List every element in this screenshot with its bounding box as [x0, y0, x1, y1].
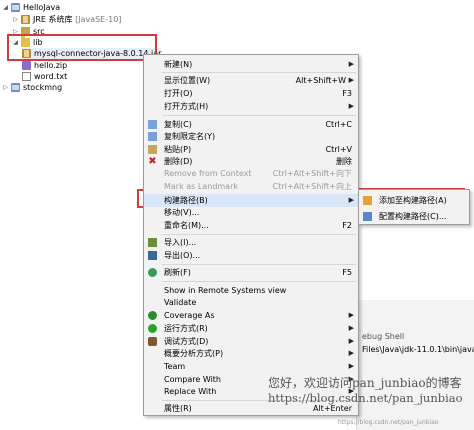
menu-item-copy-qualified-name[interactable]: 复制限定名(Y) — [144, 130, 358, 143]
submenu-arrow-icon: ▶ — [348, 102, 354, 110]
menu-item-run-as[interactable]: 运行方式(R) ▶ — [144, 322, 358, 335]
paste-icon — [148, 145, 157, 154]
menu-item-validate[interactable]: Validate — [144, 296, 358, 309]
menu-item-new[interactable]: 新建(N) ▶ — [144, 58, 358, 71]
menu-separator — [162, 234, 356, 235]
tree-item-jre[interactable]: ▷ JRE 系统库 [JavaSE-10] — [12, 14, 121, 25]
watermark-url: https://blog.csdn.net/pan_junbiao — [268, 391, 463, 405]
menu-separator — [162, 72, 356, 73]
menu-item-rename[interactable]: 重命名(M)... F2 — [144, 219, 358, 232]
tree-item-stockmng[interactable]: ▷ stockmng — [2, 82, 62, 93]
submenu-arrow-icon: ▶ — [348, 76, 354, 84]
tree-item-hellojava[interactable]: ◢ HelloJava — [2, 2, 60, 13]
menu-item-move[interactable]: 移动(V)... — [144, 206, 358, 219]
submenu-arrow-icon: ▶ — [348, 60, 354, 68]
menu-separator — [162, 281, 356, 282]
chevron-down-icon[interactable]: ◢ — [2, 4, 9, 11]
console-view — [356, 300, 474, 430]
copy-qualified-name-icon — [148, 132, 157, 141]
console-path: Files\Java\jdk-11.0.1\bin\javaw.e — [362, 345, 474, 354]
watermark-corner-url: https://blog.csdn.net/pan_junbiao — [338, 419, 439, 426]
context-menu: 新建(N) ▶ 显示位置(W) Alt+Shift+W ▶ 打开(O) F3 打开方式(… — [143, 54, 359, 416]
submenu-item-add-to-build-path[interactable]: 添加至构建路径(A) — [359, 194, 469, 207]
submenu-arrow-icon: ▶ — [348, 362, 354, 370]
java-project-icon — [11, 83, 20, 92]
menu-item-remove-from-context[interactable]: Remove from Context Ctrl+Alt+Shift+向下 — [144, 167, 358, 180]
menu-item-open[interactable]: 打开(O) F3 — [144, 87, 358, 100]
menu-item-export[interactable]: 导出(O)... — [144, 249, 358, 262]
build-path-submenu: 添加至构建路径(A) 配置构建路径(C)... — [358, 189, 470, 225]
tree-item-word-txt[interactable]: word.txt — [22, 71, 67, 82]
submenu-arrow-icon: ▶ — [348, 349, 354, 357]
import-icon — [148, 238, 157, 247]
menu-item-open-with[interactable]: 打开方式(H) ▶ — [144, 100, 358, 113]
add-to-build-path-icon — [363, 196, 372, 205]
export-icon — [148, 251, 157, 260]
configure-build-path-icon — [363, 212, 372, 221]
console-tab-label[interactable]: ebug Shell — [362, 332, 404, 341]
run-icon — [148, 324, 157, 333]
menu-item-show-in[interactable]: 显示位置(W) Alt+Shift+W ▶ — [144, 74, 358, 87]
refresh-icon — [148, 268, 157, 277]
menu-item-refresh[interactable]: 刷新(F) F5 — [144, 266, 358, 279]
tree-item-hello-zip[interactable]: hello.zip — [22, 60, 67, 71]
debug-icon — [148, 337, 157, 346]
submenu-arrow-icon: ▶ — [348, 324, 354, 332]
delete-icon: ✖ — [148, 156, 157, 167]
library-icon — [21, 15, 30, 24]
highlight-box-lib — [7, 34, 157, 61]
menu-item-team[interactable]: Team ▶ — [144, 360, 358, 373]
menu-item-profile-as[interactable]: 概要分析方式(P) ▶ — [144, 347, 358, 360]
copy-icon — [148, 120, 157, 129]
menu-separator — [162, 264, 356, 265]
chevron-right-icon[interactable]: ▷ — [2, 84, 9, 91]
watermark-greeting: 您好，欢迎访问pan_junbiao的博客 — [268, 376, 462, 390]
zip-file-icon — [22, 61, 31, 70]
submenu-arrow-icon: ▶ — [348, 311, 354, 319]
submenu-item-configure-build-path[interactable]: 配置构建路径(C)... — [359, 210, 469, 223]
text-file-icon — [22, 72, 31, 81]
menu-separator — [162, 115, 356, 116]
java-project-icon — [11, 3, 20, 12]
menu-item-import[interactable]: 导入(I)... — [144, 236, 358, 249]
menu-item-mark-as-landmark[interactable]: Mark as Landmark Ctrl+Alt+Shift+向上 — [144, 180, 358, 193]
chevron-right-icon[interactable]: ▷ — [12, 16, 19, 23]
menu-item-coverage-as[interactable]: Coverage As ▶ — [144, 309, 358, 322]
coverage-icon — [148, 311, 157, 320]
